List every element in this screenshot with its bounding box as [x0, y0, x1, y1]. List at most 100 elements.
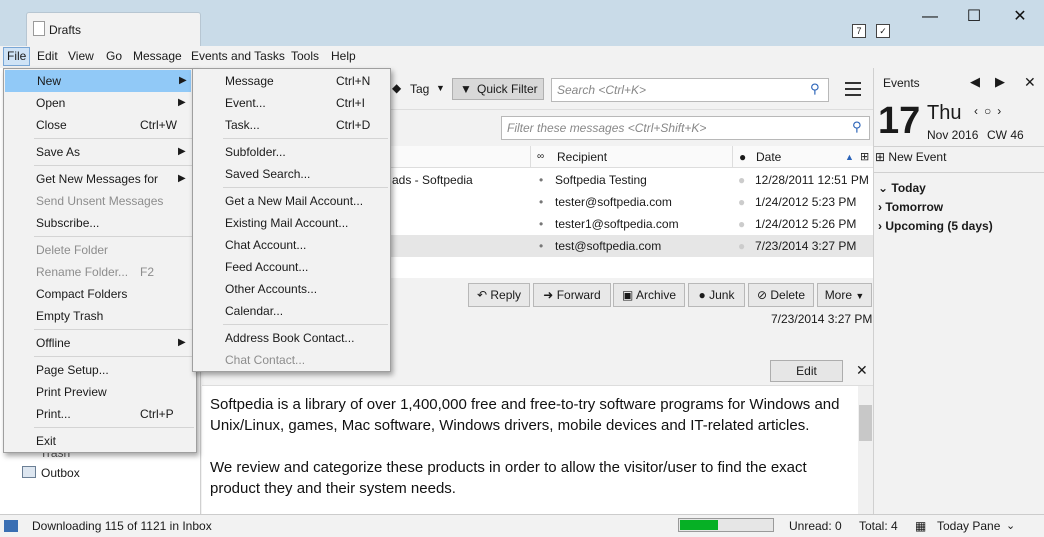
new-other-accounts[interactable]: Other Accounts...	[193, 278, 390, 300]
search-icon[interactable]: ⚲	[810, 81, 820, 97]
day-nav-icons[interactable]: ‹○›	[974, 104, 1007, 118]
menu-edit[interactable]: Edit	[37, 49, 58, 63]
junk-label: Junk	[709, 288, 735, 302]
close-pane-icon[interactable]: ✕	[1024, 74, 1036, 91]
agenda-upcoming[interactable]: › Upcoming (5 days)	[878, 219, 993, 233]
forward-icon: ➜	[543, 288, 554, 302]
file-menu-delete-folder[interactable]: Delete Folder	[4, 239, 192, 261]
next-arrow-icon[interactable]: ▶	[995, 74, 1005, 90]
close-notification-icon[interactable]: ✕	[856, 362, 868, 379]
menu-view[interactable]: View	[68, 49, 94, 63]
maximize-button[interactable]: ☐	[959, 8, 989, 28]
new-task[interactable]: Task... Ctrl+D	[193, 114, 390, 136]
tab-drafts[interactable]: Drafts	[26, 12, 201, 46]
new-message[interactable]: Message Ctrl+N	[193, 70, 390, 92]
file-menu-rename-folder[interactable]: Rename Folder... F2	[4, 261, 192, 283]
new-chat-account[interactable]: Chat Account...	[193, 234, 390, 256]
today-pane-toggle[interactable]: Today Pane	[937, 515, 1000, 537]
new-event-button[interactable]: ⊞ New Event	[875, 150, 946, 164]
menu-shortcut: Ctrl+N	[336, 74, 371, 88]
menu-go[interactable]: Go	[106, 49, 122, 63]
search-input[interactable]: Search <Ctrl+K>	[551, 78, 829, 102]
menu-shortcut: Ctrl+D	[336, 118, 371, 132]
chevron-down-icon[interactable]: ⌄	[1006, 515, 1015, 537]
file-menu-empty-trash[interactable]: Empty Trash	[4, 305, 192, 327]
more-button[interactable]: More ▼	[817, 283, 872, 307]
file-menu-page-setup[interactable]: Page Setup...	[4, 359, 192, 381]
new-address-book-contact[interactable]: Address Book Contact...	[193, 327, 390, 349]
body-scrollbar-thumb[interactable]	[859, 405, 872, 441]
delete-button[interactable]: ⊘ Delete	[748, 283, 814, 307]
file-menu-get-new-messages[interactable]: Get New Messages for ▶	[4, 168, 192, 190]
menu-item-label: Message	[225, 74, 274, 88]
file-menu-compact-folders[interactable]: Compact Folders	[4, 283, 192, 305]
filter-messages-input[interactable]: Filter these messages <Ctrl+Shift+K>	[501, 116, 870, 140]
menu-item-label: Save As	[36, 145, 81, 159]
filter-icon: ▼	[460, 82, 472, 96]
forward-label: Forward	[556, 288, 601, 302]
calendar-icon[interactable]: 7	[852, 24, 866, 38]
file-menu-offline[interactable]: Offline ▶	[4, 332, 192, 354]
agenda-today[interactable]: ⌄ Today	[878, 181, 926, 195]
menu-tools[interactable]: Tools	[291, 49, 319, 63]
filter-search-icon[interactable]: ⚲	[852, 119, 862, 135]
row-date: 12/28/2011 12:51 PM	[755, 173, 869, 187]
file-menu-save-as[interactable]: Save As ▶	[4, 141, 192, 163]
menu-file[interactable]: File	[7, 49, 26, 63]
quick-filter-button[interactable]: ▼ Quick Filter	[452, 78, 544, 100]
junk-flame-icon: ●	[698, 288, 706, 302]
reply-button[interactable]: ↶ Reply	[468, 283, 530, 307]
new-calendar[interactable]: Calendar...	[193, 300, 390, 322]
tasks-icon[interactable]: ✓	[876, 24, 890, 38]
file-menu-send-unsent[interactable]: Send Unsent Messages	[4, 190, 192, 212]
body-paragraph: Softpedia is a library of over 1,400,000…	[210, 396, 840, 434]
plus-icon: ⊞	[875, 150, 886, 164]
download-progress-fill	[680, 520, 718, 530]
prev-arrow-icon[interactable]: ◀	[970, 74, 980, 90]
edit-draft-button[interactable]: Edit	[770, 360, 843, 382]
file-menu-close[interactable]: Close Ctrl+W	[4, 114, 192, 136]
file-menu-open[interactable]: Open ▶	[4, 92, 192, 114]
folder-outbox[interactable]: Outbox	[41, 466, 80, 480]
new-saved-search[interactable]: Saved Search...	[193, 163, 390, 185]
new-chat-contact[interactable]: Chat Contact...	[193, 349, 390, 371]
menu-help[interactable]: Help	[331, 49, 356, 63]
delete-label: Delete	[770, 288, 806, 302]
junk-button[interactable]: ● Junk	[688, 283, 745, 307]
chevron-down-icon: ▼	[855, 291, 865, 301]
new-feed-account[interactable]: Feed Account...	[193, 256, 390, 278]
chevron-down-icon: ▼	[436, 83, 445, 93]
new-event[interactable]: Event... Ctrl+I	[193, 92, 390, 114]
row-recipient: test@softpedia.com	[555, 239, 662, 253]
status-bar: Downloading 115 of 1121 in Inbox Unread:…	[0, 514, 1044, 537]
agenda-tomorrow[interactable]: › Tomorrow	[878, 200, 943, 214]
forward-button[interactable]: ➜ Forward	[533, 283, 611, 307]
menu-message[interactable]: Message	[133, 49, 182, 63]
file-menu-exit[interactable]: Exit	[4, 430, 192, 452]
column-picker-icon[interactable]: ⊞	[860, 146, 869, 168]
menu-item-label: Send Unsent Messages	[36, 194, 164, 208]
tag-button[interactable]: ◆ Tag ▼	[392, 78, 445, 100]
submenu-arrow-icon: ▶	[179, 75, 187, 86]
new-mail-account[interactable]: Get a New Mail Account...	[193, 190, 390, 212]
agenda-tomorrow-label: Tomorrow	[885, 200, 944, 214]
existing-mail-account[interactable]: Existing Mail Account...	[193, 212, 390, 234]
file-menu-print-preview[interactable]: Print Preview	[4, 381, 192, 403]
menu-separator	[34, 138, 194, 139]
file-menu-print[interactable]: Print... Ctrl+P	[4, 403, 192, 425]
app-menu-icon[interactable]	[845, 82, 861, 96]
menu-item-label: Exit	[36, 434, 57, 448]
file-menu-new[interactable]: New ▶	[5, 70, 191, 92]
menu-item-label: Print...	[36, 407, 71, 421]
archive-button[interactable]: ▣ Archive	[613, 283, 685, 307]
new-subfolder[interactable]: Subfolder...	[193, 141, 390, 163]
file-menu-subscribe[interactable]: Subscribe...	[4, 212, 192, 234]
minimize-button[interactable]: —	[915, 8, 945, 28]
close-window-button[interactable]: ✕	[1005, 8, 1035, 28]
submenu-arrow-icon: ▶	[178, 146, 186, 157]
column-date[interactable]: ● Date ▲ ⊞	[732, 146, 873, 168]
row-recipient: tester1@softpedia.com	[555, 217, 679, 231]
menu-events-tasks[interactable]: Events and Tasks	[191, 49, 285, 63]
column-recipient[interactable]: ∞ Recipient	[530, 146, 732, 168]
calendar-week: CW 46	[987, 128, 1024, 142]
